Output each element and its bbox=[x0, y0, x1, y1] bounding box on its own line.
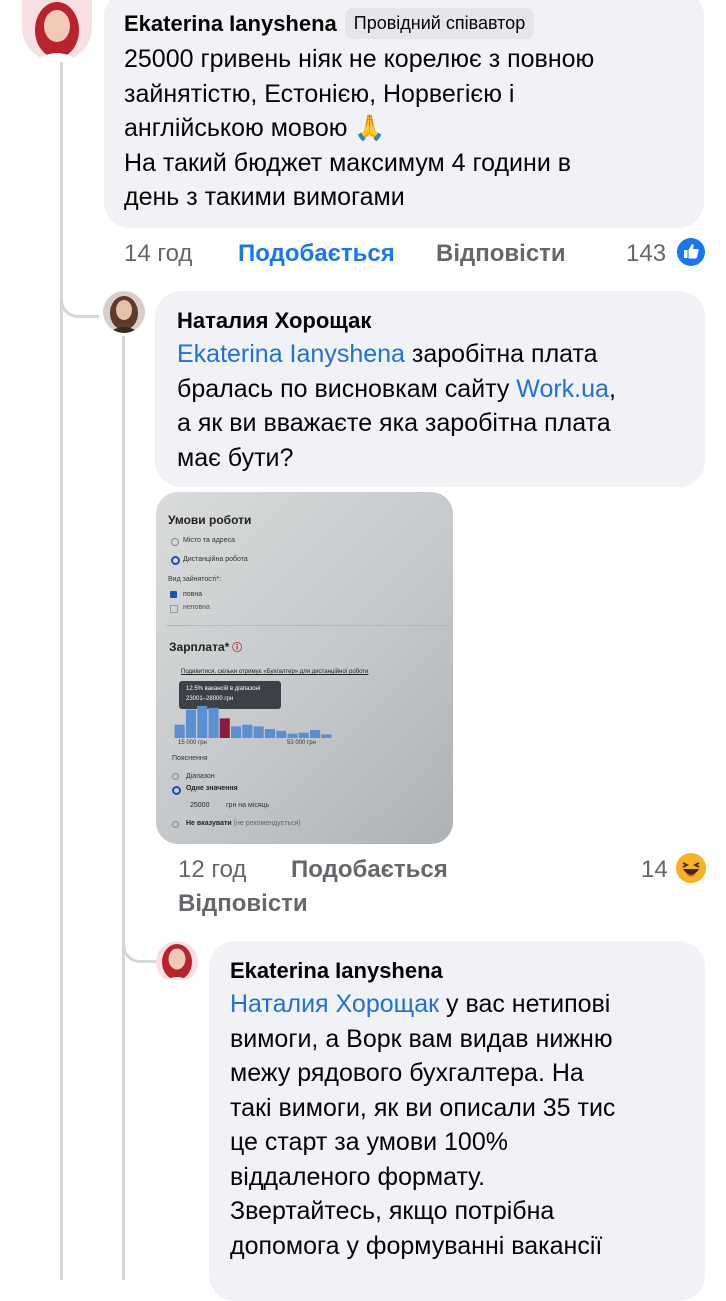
histogram-bar bbox=[219, 718, 230, 738]
radio-unchecked bbox=[171, 538, 179, 546]
avatar-natalia[interactable] bbox=[103, 291, 145, 333]
salary-value-field: 25000 bbox=[190, 802, 210, 809]
reaction-count[interactable]: 14 bbox=[641, 856, 668, 884]
histogram-axis-max: 53 000 грн bbox=[287, 740, 316, 746]
histogram-bar bbox=[264, 729, 275, 738]
thread-connector-reply1 bbox=[60, 290, 99, 318]
radio-unchecked bbox=[172, 821, 179, 828]
comment-bubble-2: Наталия Хорощак Ekaterina Ianyshena заро… bbox=[155, 291, 705, 487]
attached-photo[interactable]: Умови роботи Місто та адреса Дистанційна… bbox=[156, 492, 453, 844]
histogram-bar bbox=[197, 706, 208, 738]
histogram-bar bbox=[310, 730, 321, 738]
histogram-bar bbox=[174, 724, 185, 738]
haha-icon[interactable] bbox=[676, 853, 706, 883]
thread-line-reply1 bbox=[122, 336, 125, 1280]
histogram-bar bbox=[276, 730, 287, 738]
reply-button[interactable]: Відповісти bbox=[178, 890, 308, 918]
reply-button[interactable]: Відповісти bbox=[436, 240, 566, 268]
like-icon[interactable] bbox=[677, 238, 705, 266]
reaction-count[interactable]: 143 bbox=[626, 240, 666, 268]
histogram-bar bbox=[231, 726, 242, 738]
avatar-ekaterina[interactable] bbox=[156, 941, 198, 983]
photo-heading: Умови роботи bbox=[168, 513, 252, 527]
comment-text: 25000 гривень ніяк не корелює з повною з… bbox=[124, 45, 595, 211]
comment-author[interactable]: Ekaterina Ianyshena bbox=[230, 958, 443, 984]
histogram-bar bbox=[208, 707, 219, 738]
radio-unchecked bbox=[172, 773, 179, 780]
comment-time[interactable]: 12 год bbox=[178, 856, 246, 884]
radio-checked bbox=[171, 556, 180, 565]
comment-author[interactable]: Ekaterina Ianyshena bbox=[124, 11, 337, 36]
histogram-axis-min: 15 000 грн bbox=[178, 740, 207, 746]
comment-author[interactable]: Наталия Хорощак bbox=[177, 308, 371, 334]
photo-divider bbox=[166, 625, 448, 626]
thread-line-main bbox=[60, 62, 63, 1280]
avatar-ekaterina[interactable] bbox=[22, 0, 92, 62]
mention-link[interactable]: Наталия Хорощак bbox=[230, 990, 439, 1018]
histogram-bar bbox=[321, 734, 332, 738]
hide-option: Не вказувати (не рекомендується) bbox=[186, 820, 301, 827]
comment-time[interactable]: 14 год bbox=[124, 240, 192, 268]
mention-link[interactable]: Ekaterina Ianyshena bbox=[177, 340, 405, 368]
radio-checked bbox=[172, 786, 181, 795]
histogram-bar bbox=[298, 732, 309, 738]
histogram-bar bbox=[287, 733, 298, 738]
like-button[interactable]: Подобається bbox=[238, 240, 395, 268]
histogram-bar bbox=[242, 724, 253, 738]
histogram-bar bbox=[185, 709, 196, 738]
salary-histogram bbox=[174, 706, 332, 738]
checkbox-checked bbox=[170, 591, 177, 598]
comment-bubble-3: Ekaterina Ianyshena Наталия Хорощак у ва… bbox=[209, 941, 705, 1301]
checkbox-unchecked bbox=[170, 605, 178, 613]
comment-text: Наталия Хорощак у вас нетипові вимоги, а… bbox=[230, 990, 616, 1260]
salary-heading: Зарплата* ⓘ bbox=[169, 640, 243, 654]
workua-link[interactable]: Work.ua bbox=[516, 375, 609, 403]
author-badge: Провідний співавтор bbox=[344, 8, 535, 39]
comment-text: Ekaterina Ianyshena заробітна плата брал… bbox=[177, 340, 616, 472]
comment-bubble-1: Ekaterina Ianyshena Провідний співавтор 2… bbox=[104, 0, 704, 228]
histogram-bar bbox=[253, 726, 264, 738]
like-button[interactable]: Подобається bbox=[291, 856, 448, 884]
thread-connector-reply2 bbox=[122, 935, 157, 963]
